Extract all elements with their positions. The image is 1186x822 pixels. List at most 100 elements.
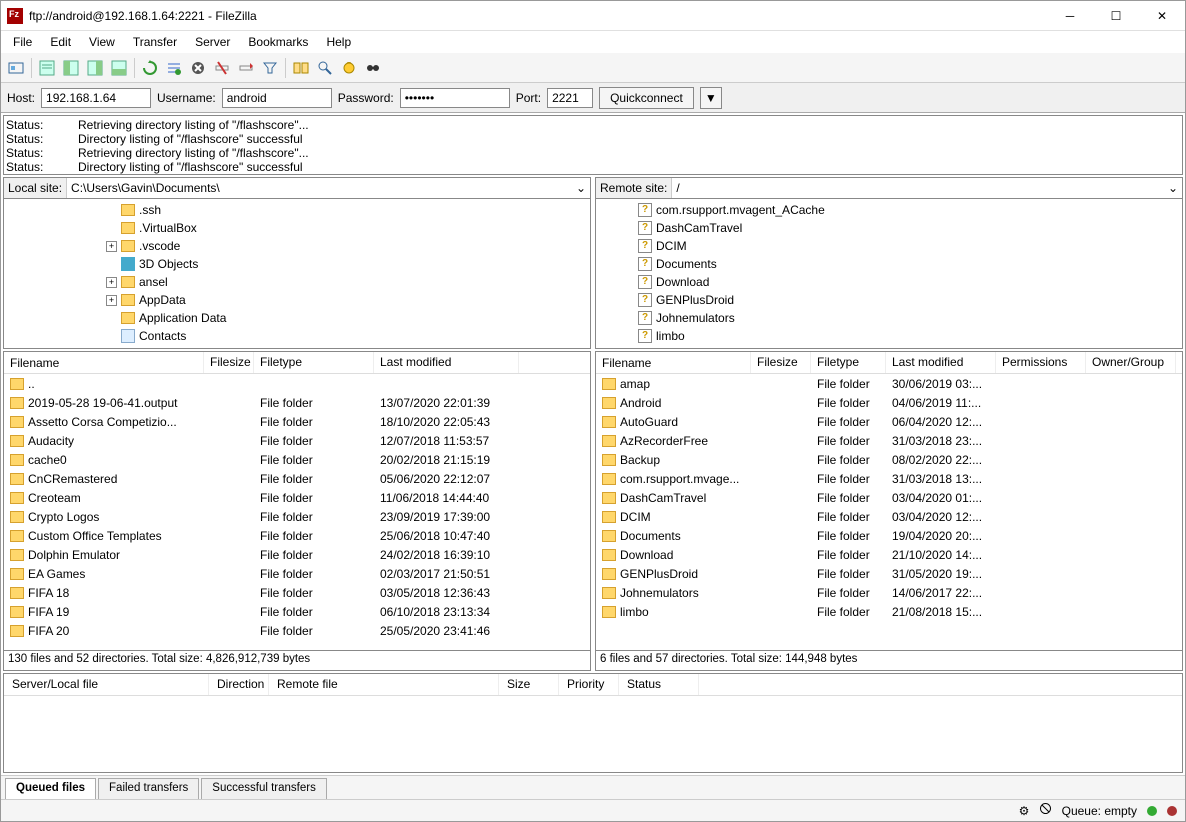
col-filesize[interactable]: Filesize xyxy=(751,352,811,373)
tree-item[interactable]: ?Download xyxy=(598,273,1180,291)
menu-bookmarks[interactable]: Bookmarks xyxy=(240,33,316,51)
tab-queued-files[interactable]: Queued files xyxy=(5,778,96,799)
list-item[interactable]: amapFile folder30/06/2019 03:... xyxy=(596,374,1182,393)
list-item[interactable]: com.rsupport.mvage...File folder31/03/20… xyxy=(596,469,1182,488)
tree-item[interactable]: .VirtualBox xyxy=(6,219,588,237)
tree-item[interactable]: Application Data xyxy=(6,309,588,327)
list-item[interactable]: AzRecorderFreeFile folder31/03/2018 23:.… xyxy=(596,431,1182,450)
list-item[interactable]: CnCRemasteredFile folder05/06/2020 22:12… xyxy=(4,469,590,488)
queue-header[interactable]: Server/Local fileDirectionRemote fileSiz… xyxy=(4,674,1182,696)
password-input[interactable] xyxy=(400,88,510,108)
local-file-list[interactable]: Filename Filesize Filetype Last modified… xyxy=(3,351,591,651)
auto-search-button[interactable] xyxy=(338,57,360,79)
tree-item[interactable]: .ssh xyxy=(6,201,588,219)
find-button[interactable] xyxy=(362,57,384,79)
list-item[interactable]: Crypto LogosFile folder23/09/2019 17:39:… xyxy=(4,507,590,526)
list-item[interactable]: DownloadFile folder21/10/2020 14:... xyxy=(596,545,1182,564)
menu-transfer[interactable]: Transfer xyxy=(125,33,185,51)
remote-site-dropdown[interactable]: ⌄ xyxy=(1164,181,1182,195)
list-item[interactable]: Assetto Corsa Competizio...File folder18… xyxy=(4,412,590,431)
tree-item[interactable]: +ansel xyxy=(6,273,588,291)
col-filesize[interactable]: Filesize xyxy=(204,352,254,373)
tree-item[interactable]: +.vscode xyxy=(6,237,588,255)
list-item[interactable]: DashCamTravelFile folder03/04/2020 01:..… xyxy=(596,488,1182,507)
menu-file[interactable]: File xyxy=(5,33,40,51)
cancel-button[interactable] xyxy=(187,57,209,79)
col-filename[interactable]: Filename xyxy=(4,352,204,373)
toggle-local-tree-button[interactable] xyxy=(60,57,82,79)
queue-col[interactable]: Remote file xyxy=(269,674,499,695)
reconnect-button[interactable] xyxy=(235,57,257,79)
tree-item[interactable]: ?com.rsupport.mvagent_ACache xyxy=(598,201,1180,219)
site-manager-button[interactable] xyxy=(5,57,27,79)
col-permissions[interactable]: Permissions xyxy=(996,352,1086,373)
queue-col[interactable]: Size xyxy=(499,674,559,695)
local-tree[interactable]: .ssh.VirtualBox+.vscode3D Objects+ansel+… xyxy=(3,199,591,349)
maximize-button[interactable]: ☐ xyxy=(1093,1,1139,31)
toggle-remote-tree-button[interactable] xyxy=(84,57,106,79)
tree-item[interactable]: ?limbo xyxy=(598,327,1180,345)
list-item[interactable]: GENPlusDroidFile folder31/05/2020 19:... xyxy=(596,564,1182,583)
tree-item[interactable]: ?Johnemulators xyxy=(598,309,1180,327)
tree-item[interactable]: ?DCIM xyxy=(598,237,1180,255)
list-item[interactable]: AutoGuardFile folder06/04/2020 12:... xyxy=(596,412,1182,431)
close-button[interactable]: ✕ xyxy=(1139,1,1185,31)
message-log[interactable]: Status:Retrieving directory listing of "… xyxy=(3,115,1183,175)
sync-browse-button[interactable] xyxy=(314,57,336,79)
tree-item[interactable]: ?Documents xyxy=(598,255,1180,273)
remote-file-list[interactable]: Filename Filesize Filetype Last modified… xyxy=(595,351,1183,651)
port-input[interactable] xyxy=(547,88,593,108)
list-item[interactable]: Custom Office TemplatesFile folder25/06/… xyxy=(4,526,590,545)
col-filename[interactable]: Filename xyxy=(596,352,751,373)
col-owner[interactable]: Owner/Group xyxy=(1086,352,1176,373)
col-filetype[interactable]: Filetype xyxy=(254,352,374,373)
menu-help[interactable]: Help xyxy=(318,33,359,51)
local-site-input[interactable] xyxy=(67,178,572,198)
list-item[interactable]: JohnemulatorsFile folder14/06/2017 22:..… xyxy=(596,583,1182,602)
menu-server[interactable]: Server xyxy=(187,33,238,51)
list-item[interactable]: 2019-05-28 19-06-41.outputFile folder13/… xyxy=(4,393,590,412)
queue-col[interactable]: Server/Local file xyxy=(4,674,209,695)
menu-view[interactable]: View xyxy=(81,33,123,51)
local-list-header[interactable]: Filename Filesize Filetype Last modified xyxy=(4,352,590,374)
quickconnect-button[interactable]: Quickconnect xyxy=(599,87,694,109)
toggle-queue-button[interactable] xyxy=(108,57,130,79)
list-item[interactable]: FIFA 20File folder25/05/2020 23:41:46 xyxy=(4,621,590,640)
disconnect-button[interactable] xyxy=(211,57,233,79)
queue-col[interactable]: Priority xyxy=(559,674,619,695)
list-item[interactable]: CreoteamFile folder11/06/2018 14:44:40 xyxy=(4,488,590,507)
settings-icon[interactable]: ⚙ xyxy=(1019,804,1030,818)
list-item[interactable]: cache0File folder20/02/2018 21:15:19 xyxy=(4,450,590,469)
remote-tree[interactable]: ?com.rsupport.mvagent_ACache?DashCamTrav… xyxy=(595,199,1183,349)
menu-edit[interactable]: Edit xyxy=(42,33,79,51)
list-item[interactable]: BackupFile folder08/02/2020 22:... xyxy=(596,450,1182,469)
process-queue-button[interactable] xyxy=(163,57,185,79)
local-site-dropdown[interactable]: ⌄ xyxy=(572,181,590,195)
queue-col[interactable]: Direction xyxy=(209,674,269,695)
lock-icon[interactable]: 🛇 xyxy=(1039,800,1051,821)
tab-successful-transfers[interactable]: Successful transfers xyxy=(201,778,327,799)
transfer-queue[interactable]: Server/Local fileDirectionRemote fileSiz… xyxy=(3,673,1183,773)
list-item[interactable]: DocumentsFile folder19/04/2020 20:... xyxy=(596,526,1182,545)
minimize-button[interactable]: ─ xyxy=(1047,1,1093,31)
tree-item[interactable]: Contacts xyxy=(6,327,588,345)
quickconnect-dropdown[interactable]: ▼ xyxy=(700,87,722,109)
list-item[interactable]: EA GamesFile folder02/03/2017 21:50:51 xyxy=(4,564,590,583)
list-item[interactable]: FIFA 19File folder06/10/2018 23:13:34 xyxy=(4,602,590,621)
tab-failed-transfers[interactable]: Failed transfers xyxy=(98,778,199,799)
tree-item[interactable]: ?DashCamTravel xyxy=(598,219,1180,237)
host-input[interactable] xyxy=(41,88,151,108)
col-filetype[interactable]: Filetype xyxy=(811,352,886,373)
tree-item[interactable]: +AppData xyxy=(6,291,588,309)
list-item[interactable]: AndroidFile folder04/06/2019 11:... xyxy=(596,393,1182,412)
list-item[interactable]: AudacityFile folder12/07/2018 11:53:57 xyxy=(4,431,590,450)
col-modified[interactable]: Last modified xyxy=(886,352,996,373)
filter-button[interactable] xyxy=(259,57,281,79)
remote-list-header[interactable]: Filename Filesize Filetype Last modified… xyxy=(596,352,1182,374)
tree-item[interactable]: ?GENPlusDroid xyxy=(598,291,1180,309)
col-modified[interactable]: Last modified xyxy=(374,352,519,373)
tree-item[interactable]: 3D Objects xyxy=(6,255,588,273)
list-item[interactable]: DCIMFile folder03/04/2020 12:... xyxy=(596,507,1182,526)
compare-button[interactable] xyxy=(290,57,312,79)
username-input[interactable] xyxy=(222,88,332,108)
